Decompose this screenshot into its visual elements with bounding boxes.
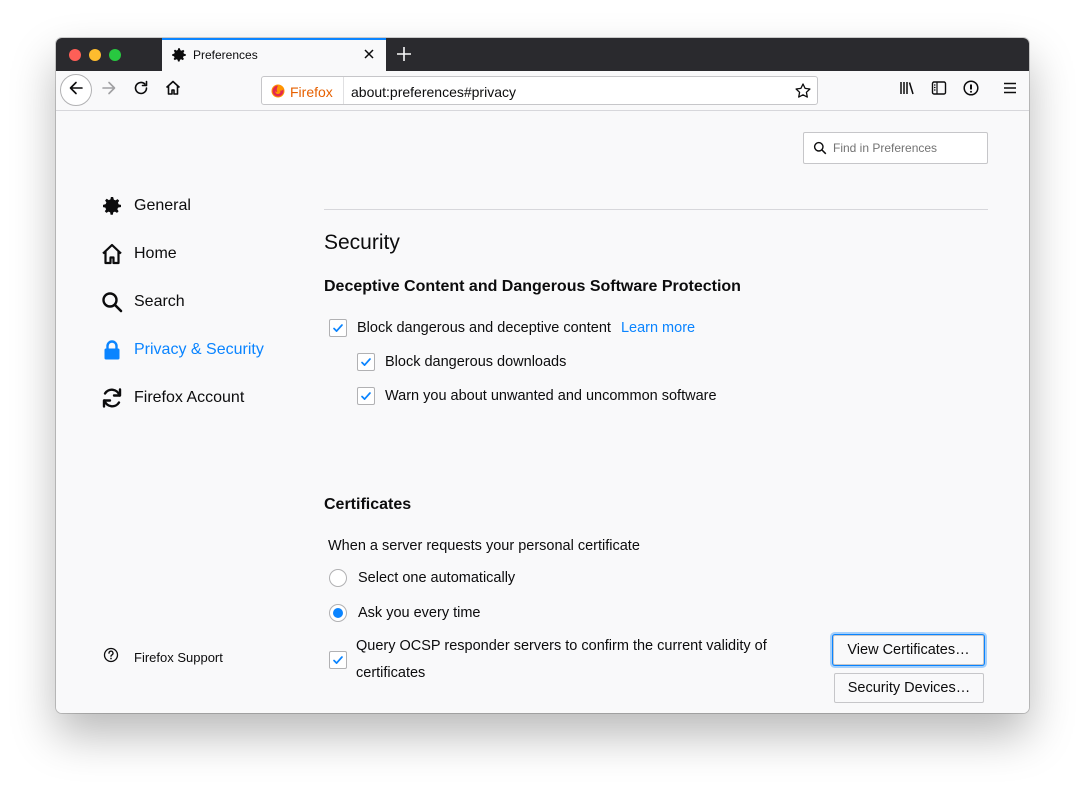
security-devices-button[interactable]: Security Devices… bbox=[834, 673, 984, 703]
ask-every-time-radio[interactable] bbox=[329, 604, 347, 622]
menu-button[interactable] bbox=[995, 75, 1025, 105]
url-bar[interactable]: Firefox about:preferences#privacy bbox=[261, 76, 818, 105]
gear-icon bbox=[170, 46, 188, 64]
arrow-right-icon bbox=[100, 79, 118, 102]
info-circle-icon bbox=[962, 79, 980, 102]
ask-every-time-option: Ask you every time bbox=[329, 604, 481, 622]
ocsp-label-line2[interactable]: certificates bbox=[356, 665, 425, 681]
sidebar-icon bbox=[930, 79, 948, 102]
section-divider bbox=[324, 209, 988, 210]
help-circle-icon bbox=[103, 647, 119, 668]
library-icon bbox=[898, 79, 916, 102]
new-tab-plus-icon[interactable] bbox=[393, 43, 415, 65]
category-label: Privacy & Security bbox=[134, 341, 264, 358]
security-heading: Security bbox=[324, 231, 400, 254]
select-automatically-radio[interactable] bbox=[329, 569, 347, 587]
category-label: Search bbox=[134, 293, 185, 310]
deceptive-content-heading: Deceptive Content and Dangerous Software… bbox=[324, 278, 741, 295]
block-deceptive-label[interactable]: Block dangerous and deceptive content bbox=[357, 320, 611, 336]
block-deceptive-checkbox[interactable] bbox=[329, 319, 347, 337]
select-automatically-option: Select one automatically bbox=[329, 569, 515, 587]
find-in-preferences-input[interactable]: Find in Preferences bbox=[803, 132, 988, 164]
block-deceptive-content-option: Block dangerous and deceptive content Le… bbox=[329, 319, 695, 337]
warn-unwanted-option: Warn you about unwanted and uncommon sof… bbox=[357, 387, 717, 405]
category-search[interactable]: Search bbox=[100, 288, 185, 316]
tab-preferences[interactable]: Preferences bbox=[162, 38, 386, 71]
home-icon bbox=[100, 242, 124, 266]
search-icon bbox=[100, 290, 124, 314]
preferences-page: Find in Preferences General Home Search bbox=[56, 111, 1029, 713]
view-certificates-button[interactable]: View Certificates… bbox=[833, 635, 984, 665]
firefox-logo-icon bbox=[271, 84, 285, 98]
zoom-window-button[interactable] bbox=[109, 49, 121, 61]
close-icon[interactable] bbox=[361, 46, 377, 62]
ocsp-label-line1[interactable]: Query OCSP responder servers to confirm … bbox=[356, 638, 767, 654]
home-icon bbox=[164, 79, 182, 102]
checkmark-icon bbox=[333, 324, 343, 332]
lock-icon bbox=[100, 338, 124, 362]
checkmark-icon bbox=[333, 656, 343, 664]
hamburger-menu-icon bbox=[1001, 79, 1019, 102]
url-text[interactable]: about:preferences#privacy bbox=[351, 84, 516, 100]
category-general[interactable]: General bbox=[100, 192, 191, 220]
search-icon bbox=[813, 141, 827, 155]
forward-button[interactable] bbox=[94, 75, 124, 105]
learn-more-link[interactable]: Learn more bbox=[621, 320, 695, 336]
minimize-window-button[interactable] bbox=[89, 49, 101, 61]
support-label: Firefox Support bbox=[134, 650, 223, 665]
category-privacy-security[interactable]: Privacy & Security bbox=[100, 336, 264, 364]
category-firefox-account[interactable]: Firefox Account bbox=[100, 384, 244, 412]
sidebar-toggle-button[interactable] bbox=[924, 75, 954, 105]
category-label: General bbox=[134, 197, 191, 214]
ask-every-time-label[interactable]: Ask you every time bbox=[358, 605, 481, 621]
browser-window: Preferences Firefox about:preferences#pr… bbox=[56, 38, 1029, 713]
block-downloads-label[interactable]: Block dangerous downloads bbox=[385, 354, 566, 370]
arrow-left-icon bbox=[67, 79, 85, 102]
url-identity-label: Firefox bbox=[290, 84, 333, 100]
navigation-toolbar: Firefox about:preferences#privacy bbox=[56, 71, 1029, 111]
tab-title: Preferences bbox=[193, 48, 258, 62]
find-placeholder: Find in Preferences bbox=[833, 141, 938, 155]
category-label: Firefox Account bbox=[134, 389, 245, 406]
checkmark-icon bbox=[361, 392, 371, 400]
identity-box[interactable]: Firefox bbox=[262, 77, 344, 104]
reload-button[interactable] bbox=[126, 75, 156, 105]
reload-icon bbox=[132, 79, 150, 102]
ocsp-checkbox[interactable] bbox=[329, 651, 347, 669]
tab-strip: Preferences bbox=[56, 38, 1029, 71]
certificate-prompt-text: When a server requests your personal cer… bbox=[328, 538, 640, 554]
radio-selected-dot bbox=[333, 608, 343, 618]
select-automatically-label[interactable]: Select one automatically bbox=[358, 570, 515, 586]
library-button[interactable] bbox=[892, 75, 922, 105]
home-button[interactable] bbox=[158, 75, 188, 105]
certificates-heading: Certificates bbox=[324, 496, 412, 513]
checkmark-icon bbox=[361, 358, 371, 366]
firefox-support-link[interactable]: Firefox Support bbox=[103, 647, 223, 668]
gear-icon bbox=[100, 194, 124, 218]
sync-icon bbox=[100, 386, 124, 410]
back-button[interactable] bbox=[60, 74, 92, 106]
close-window-button[interactable] bbox=[69, 49, 81, 61]
warn-unwanted-label[interactable]: Warn you about unwanted and uncommon sof… bbox=[385, 388, 717, 404]
block-downloads-option: Block dangerous downloads bbox=[357, 353, 566, 371]
lockwise-button[interactable] bbox=[956, 75, 986, 105]
warn-unwanted-checkbox[interactable] bbox=[357, 387, 375, 405]
category-home[interactable]: Home bbox=[100, 240, 177, 268]
block-downloads-checkbox[interactable] bbox=[357, 353, 375, 371]
category-label: Home bbox=[134, 245, 177, 262]
bookmark-star-icon[interactable] bbox=[794, 82, 812, 100]
